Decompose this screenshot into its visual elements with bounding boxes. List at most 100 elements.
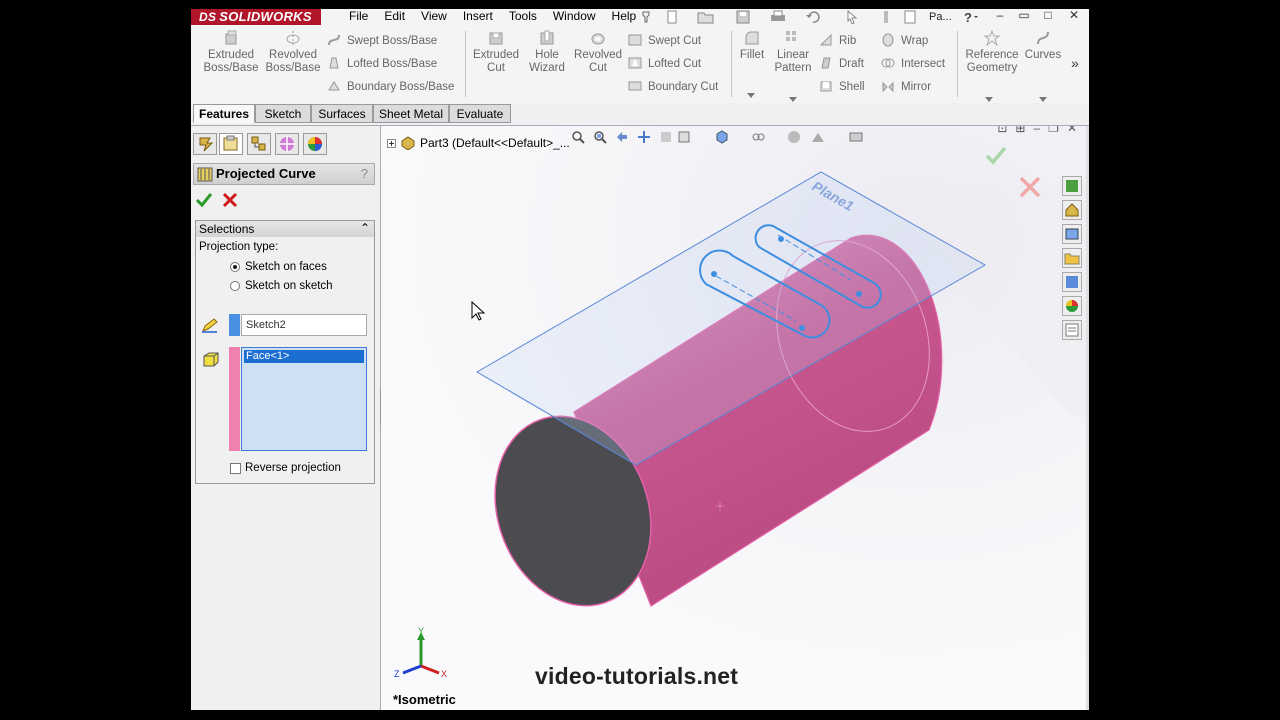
new-document-icon[interactable] [665, 10, 679, 24]
apply-scene-icon[interactable] [811, 130, 825, 144]
view-settings-icon[interactable] [849, 130, 863, 144]
selections-group-header[interactable]: Selections ⌃ [195, 220, 375, 238]
graphics-area[interactable]: Plane1 Y X Z Part3 (Default<<Default>_..… [381, 126, 1089, 710]
display-style-icon[interactable] [715, 130, 729, 144]
sketch-selection-field[interactable]: Sketch2 [241, 314, 367, 336]
save-icon[interactable] [735, 10, 751, 24]
view-palette-icon[interactable] [1062, 272, 1082, 292]
curves-button[interactable]: Curves [1023, 29, 1063, 62]
ok-checkmark-icon[interactable] [195, 191, 213, 209]
rib-icon [819, 33, 832, 46]
help-icon[interactable]: ? [361, 166, 368, 181]
fillet-dropdown-arrow-icon[interactable] [747, 93, 755, 99]
help-question-icon[interactable]: ? [961, 10, 979, 24]
zoom-area-icon[interactable] [593, 130, 607, 144]
fillet-button[interactable]: Fillet [733, 29, 771, 62]
sketch-on-faces-radio[interactable] [230, 262, 240, 272]
tab-display-manager[interactable] [303, 133, 327, 155]
swept-cut-button[interactable]: Swept Cut [628, 32, 701, 50]
face-color-swatch [229, 347, 240, 451]
axis-z-label: Z [394, 669, 400, 679]
tab-sheet-metal[interactable]: Sheet Metal [373, 104, 449, 123]
menu-insert[interactable]: Insert [455, 9, 501, 25]
wrap-icon [882, 33, 894, 47]
tile-icon[interactable]: ⊡ [997, 126, 1007, 135]
maximize-icon[interactable]: □ [1039, 9, 1057, 23]
rib-button[interactable]: Rib [819, 32, 856, 50]
expand-plus-icon[interactable] [387, 139, 396, 148]
toolbar-separator [465, 31, 466, 97]
wrap-button[interactable]: Wrap [881, 32, 928, 50]
lofted-cut-icon [628, 57, 642, 69]
solidworks-logo[interactable]: DS SOLIDWORKS [191, 9, 321, 25]
menu-file[interactable]: File [341, 9, 376, 25]
section-view-icon[interactable] [637, 130, 651, 144]
doc-restore-icon[interactable]: ❐ [1048, 126, 1059, 135]
boundary-cut-button[interactable]: Boundary Cut [628, 78, 718, 96]
extruded-boss-button[interactable]: Extruded Boss/Base [203, 29, 259, 75]
draft-button[interactable]: Draft [819, 55, 864, 73]
cancel-x-icon[interactable] [221, 191, 239, 209]
undo-icon[interactable] [805, 10, 825, 24]
revolved-cut-button[interactable]: Revolved Cut [571, 29, 625, 75]
dynamic-annotation-icon[interactable] [659, 130, 673, 144]
feature-tree-flyout[interactable]: Part3 (Default<<Default>_... [387, 136, 570, 151]
tab-configuration-manager[interactable] [247, 133, 271, 155]
reverse-projection-checkbox[interactable] [230, 463, 241, 474]
tab-property-manager[interactable] [219, 133, 243, 155]
minimize-icon[interactable]: – [991, 9, 1009, 23]
revolved-boss-button[interactable]: Revolved Boss/Base [265, 29, 321, 75]
tab-surfaces[interactable]: Surfaces [311, 104, 373, 123]
more-commands-icon[interactable]: » [1071, 55, 1079, 71]
face-selection-list[interactable]: Face<1> [241, 347, 367, 451]
tab-sketch[interactable]: Sketch [255, 104, 311, 123]
solidworks-resources-icon[interactable] [1062, 176, 1082, 196]
swept-boss-button[interactable]: Swept Boss/Base [327, 32, 437, 50]
sketch-on-sketch-radio[interactable] [230, 281, 240, 291]
collapse-chevron-icon[interactable]: ⌃ [360, 221, 370, 235]
close-icon[interactable]: ✕ [1065, 9, 1083, 23]
zoom-to-fit-icon[interactable] [571, 130, 585, 144]
rebuild-icon[interactable] [881, 10, 891, 24]
property-manager-title: Projected Curve [216, 166, 316, 181]
file-explorer-icon[interactable] [1062, 248, 1082, 268]
menu-tools[interactable]: Tools [501, 9, 545, 25]
intersect-button[interactable]: Intersect [881, 55, 945, 73]
menu-view[interactable]: View [413, 9, 455, 25]
edit-appearance-icon[interactable] [787, 130, 801, 144]
appearances-icon[interactable] [1062, 296, 1082, 316]
cascade-icon[interactable]: ⊞ [1015, 126, 1025, 135]
custom-properties-icon[interactable] [1062, 320, 1082, 340]
doc-close-icon[interactable]: ✕ [1067, 126, 1077, 135]
hole-wizard-button[interactable]: Hole Wizard [521, 29, 573, 75]
select-arrow-icon[interactable] [845, 10, 859, 24]
design-library-icon[interactable] [1062, 224, 1082, 244]
file-properties-icon[interactable] [903, 10, 917, 24]
linear-pattern-button[interactable]: Linear Pattern [771, 29, 815, 75]
mirror-button[interactable]: Mirror [881, 78, 931, 96]
menu-window[interactable]: Window [545, 9, 604, 25]
tab-feature-manager[interactable] [193, 133, 217, 155]
hide-show-items-icon[interactable] [751, 130, 765, 144]
restore-icon[interactable]: ▭ [1015, 9, 1033, 23]
reference-geometry-icon [983, 29, 1001, 47]
face-list-item[interactable]: Face<1> [244, 350, 364, 363]
tab-features[interactable]: Features [193, 104, 255, 123]
doc-minimize-icon[interactable]: – [1033, 126, 1040, 135]
boundary-boss-button[interactable]: Boundary Boss/Base [327, 78, 454, 96]
tab-dimxpert-manager[interactable] [275, 133, 299, 155]
shell-button[interactable]: Shell [819, 78, 865, 96]
previous-view-icon[interactable] [615, 130, 629, 144]
lofted-boss-button[interactable]: Lofted Boss/Base [327, 55, 437, 73]
extruded-cut-button[interactable]: Extruded Cut [467, 29, 525, 75]
tab-evaluate[interactable]: Evaluate [449, 104, 511, 123]
reference-geometry-button[interactable]: Reference Geometry [959, 29, 1025, 75]
open-icon[interactable] [697, 10, 715, 24]
view-orientation-icon[interactable] [677, 130, 691, 144]
menu-edit[interactable]: Edit [376, 9, 413, 25]
pin-icon[interactable] [639, 10, 653, 24]
boundary-boss-icon [328, 81, 340, 91]
home-icon[interactable] [1062, 200, 1082, 220]
print-icon[interactable] [769, 10, 789, 24]
lofted-cut-button[interactable]: Lofted Cut [628, 55, 701, 73]
